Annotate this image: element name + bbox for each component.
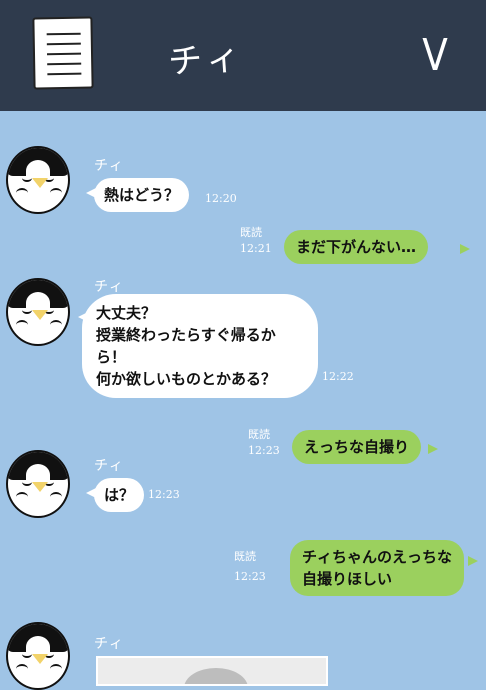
note-list-icon[interactable] — [32, 16, 94, 90]
check-icon[interactable]: V — [422, 34, 448, 78]
message-bubble[interactable]: えっちな自撮り — [292, 430, 422, 464]
bubble-tail — [460, 244, 470, 254]
avatar[interactable] — [6, 146, 70, 214]
sender-name: チィ — [94, 458, 124, 474]
chat-title: チィ — [166, 37, 246, 83]
message-time: 12:23 — [234, 570, 266, 583]
message-time: 12:21 — [240, 242, 272, 255]
sender-name: チィ — [94, 636, 124, 652]
message-time: 12:20 — [205, 192, 237, 205]
image-message[interactable] — [96, 656, 328, 686]
message-bubble[interactable]: チィちゃんのえっちな 自撮りほしい — [290, 540, 465, 596]
bubble-tail — [468, 556, 478, 566]
sender-name: チィ — [94, 158, 124, 174]
message-time: 12:23 — [148, 488, 180, 501]
message-bubble[interactable]: まだ下がんない… — [284, 230, 429, 264]
message-bubble[interactable]: 熱はどう？ — [94, 178, 190, 212]
message-time: 12:23 — [248, 444, 280, 457]
bubble-tail — [428, 444, 438, 454]
message-bubble[interactable]: は？ — [94, 478, 145, 512]
message-time: 12:22 — [322, 370, 354, 383]
read-receipt: 既読 — [234, 550, 256, 563]
photo-preview — [184, 668, 248, 684]
read-receipt: 既読 — [248, 428, 270, 441]
chat-header: チィ V — [0, 0, 486, 111]
message-bubble[interactable]: 大丈夫？ 授業終わったらすぐ帰るから！ 何か欲しいものとかある？ — [82, 294, 318, 398]
sender-name: チィ — [94, 279, 124, 295]
avatar[interactable] — [6, 278, 70, 346]
avatar[interactable] — [6, 450, 70, 518]
read-receipt: 既読 — [240, 226, 262, 239]
